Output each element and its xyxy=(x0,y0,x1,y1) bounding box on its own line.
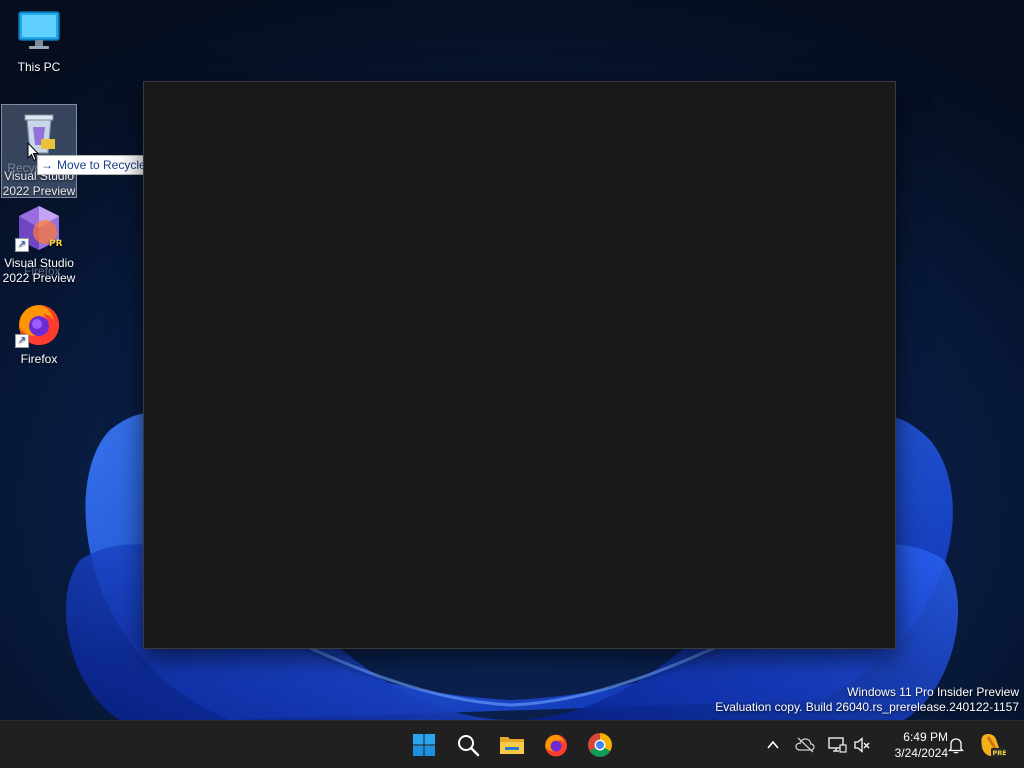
monitor-icon xyxy=(15,8,63,56)
bell-icon xyxy=(948,738,964,754)
clock-date: 3/24/2024 xyxy=(894,746,948,760)
shortcut-arrow-icon: ↗ xyxy=(15,238,29,252)
desktop: This PC Recycle Bin Visual Studio 2022 P… xyxy=(0,0,1024,720)
copilot-preview-button[interactable]: PRE xyxy=(978,731,1006,759)
watermark-line2: Evaluation copy. Build 26040.rs_prerelea… xyxy=(715,700,1019,714)
blank-window[interactable] xyxy=(143,81,896,649)
firefox-icon xyxy=(545,734,567,757)
firefox-icon: ↗ xyxy=(15,300,63,348)
clock-time: 6:49 PM xyxy=(903,730,948,744)
chrome-taskbar-button[interactable] xyxy=(580,725,620,765)
desktop-icon-label: This PC xyxy=(17,60,61,74)
volume-tray-button[interactable] xyxy=(850,733,874,757)
chevron-up-icon xyxy=(767,740,779,749)
mouse-cursor-icon xyxy=(27,142,39,162)
watermark-line1: Windows 11 Pro Insider Preview xyxy=(847,685,1019,699)
folder-icon xyxy=(500,737,524,754)
search-icon xyxy=(458,735,480,757)
recycle-bin-icon xyxy=(15,109,63,157)
file-explorer-button[interactable] xyxy=(492,725,532,765)
notifications-button[interactable] xyxy=(944,733,968,757)
shortcut-arrow-icon: ↗ xyxy=(15,334,29,348)
onedrive-tray-button[interactable] xyxy=(793,733,817,757)
cloud-offline-icon xyxy=(795,737,815,753)
visual-studio-preview-icon: PRE ↗ xyxy=(15,204,69,252)
desktop-icon-this-pc[interactable]: This PC xyxy=(1,8,77,75)
desktop-icon-firefox[interactable]: ↗ Firefox xyxy=(1,300,77,367)
arrow-icon: → xyxy=(41,158,53,172)
network-icon xyxy=(828,737,847,753)
copilot-preview-icon: PRE xyxy=(981,734,1007,757)
clock[interactable]: 6:49 PM 3/24/2024 xyxy=(878,729,948,761)
show-hidden-icons-button[interactable] xyxy=(761,733,785,757)
windows-logo-icon xyxy=(413,734,435,756)
volume-muted-icon xyxy=(854,737,870,753)
drag-ghost-sublabel: Firefox xyxy=(24,264,61,278)
chrome-icon xyxy=(588,733,612,757)
taskbar: 6:49 PM 3/24/2024 PRE xyxy=(0,720,1024,768)
svg-text:PRE: PRE xyxy=(49,239,63,249)
start-button[interactable] xyxy=(404,725,444,765)
search-button[interactable] xyxy=(448,725,488,765)
firefox-taskbar-button[interactable] xyxy=(536,725,576,765)
svg-text:PRE: PRE xyxy=(993,749,1007,757)
os-watermark: Windows 11 Pro Insider Preview Evaluatio… xyxy=(715,685,1019,715)
desktop-icon-label: Firefox xyxy=(20,352,58,366)
network-tray-button[interactable] xyxy=(825,733,849,757)
